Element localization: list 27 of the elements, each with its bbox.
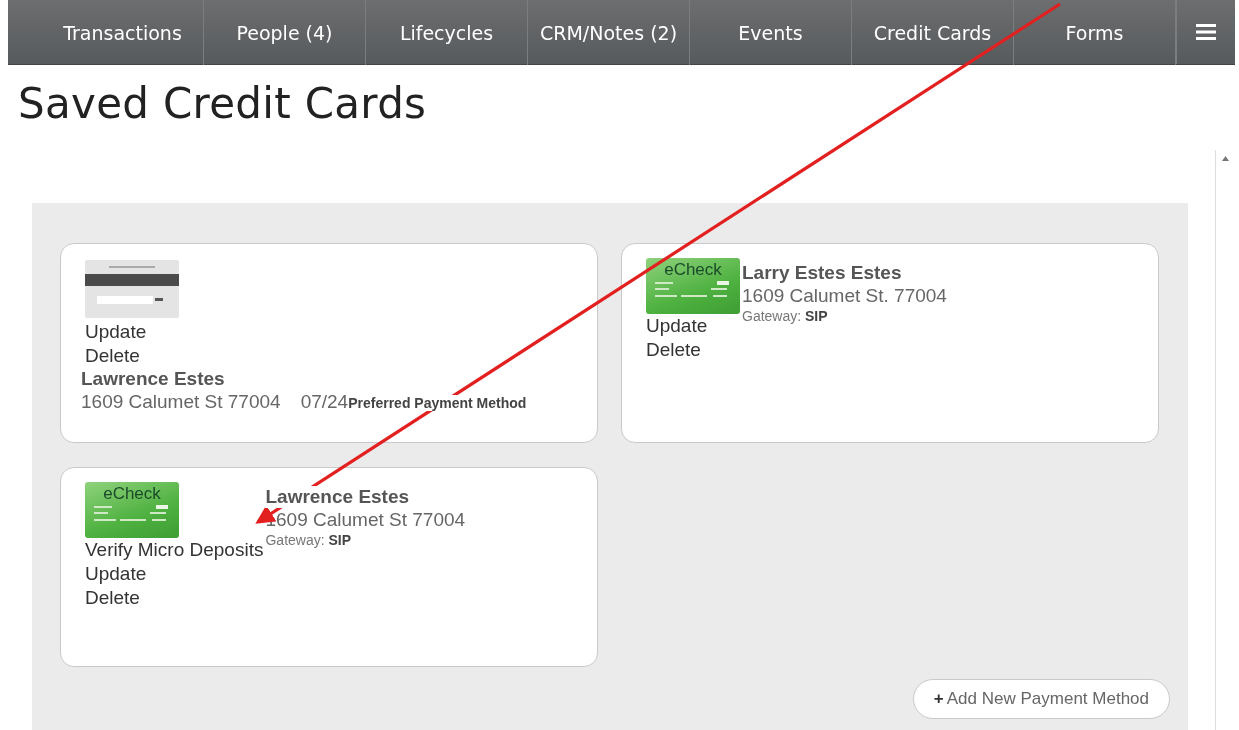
preferred-label: Preferred Payment Method (348, 395, 527, 411)
nav-tab[interactable]: Forms (1014, 0, 1176, 65)
card-back-icon (85, 260, 179, 318)
action-link[interactable]: Verify Micro Deposits (85, 538, 264, 562)
address-text: 1609 Calumet St 77004 (81, 391, 281, 412)
nav-tab[interactable]: Credit Cards (852, 0, 1014, 65)
echeck-image: eCheck (646, 258, 740, 314)
add-payment-method-button[interactable]: + Add New Payment Method (912, 679, 1170, 719)
action-link[interactable]: Update (85, 562, 264, 586)
nav-tab[interactable]: Transactions (42, 0, 204, 65)
action-link[interactable]: Delete (646, 338, 740, 362)
gateway-text: Gateway: SIP (265, 532, 353, 548)
page-title: Saved Credit Cards (18, 79, 428, 128)
nav-tab[interactable]: Lifecycles (366, 0, 528, 65)
echeck-image: eCheck (85, 482, 179, 538)
address-text: 1609 Calumet St. 77004 (742, 285, 947, 306)
nav-tab[interactable]: People (4) (204, 0, 366, 65)
scroll-up-icon[interactable] (1222, 156, 1229, 161)
gateway-text: Gateway: SIP (742, 308, 829, 324)
expiry-date: 07/24 (300, 391, 349, 412)
nav-tab[interactable]: CRM/Notes (2) (528, 0, 690, 65)
action-link[interactable]: Update (85, 320, 577, 344)
action-link[interactable]: Delete (85, 586, 264, 610)
action-link[interactable]: Update (646, 314, 740, 338)
cardholder-name: Lawrence Estes (265, 486, 410, 508)
action-link[interactable]: Delete (85, 344, 577, 368)
nav-tab[interactable]: Events (690, 0, 852, 65)
